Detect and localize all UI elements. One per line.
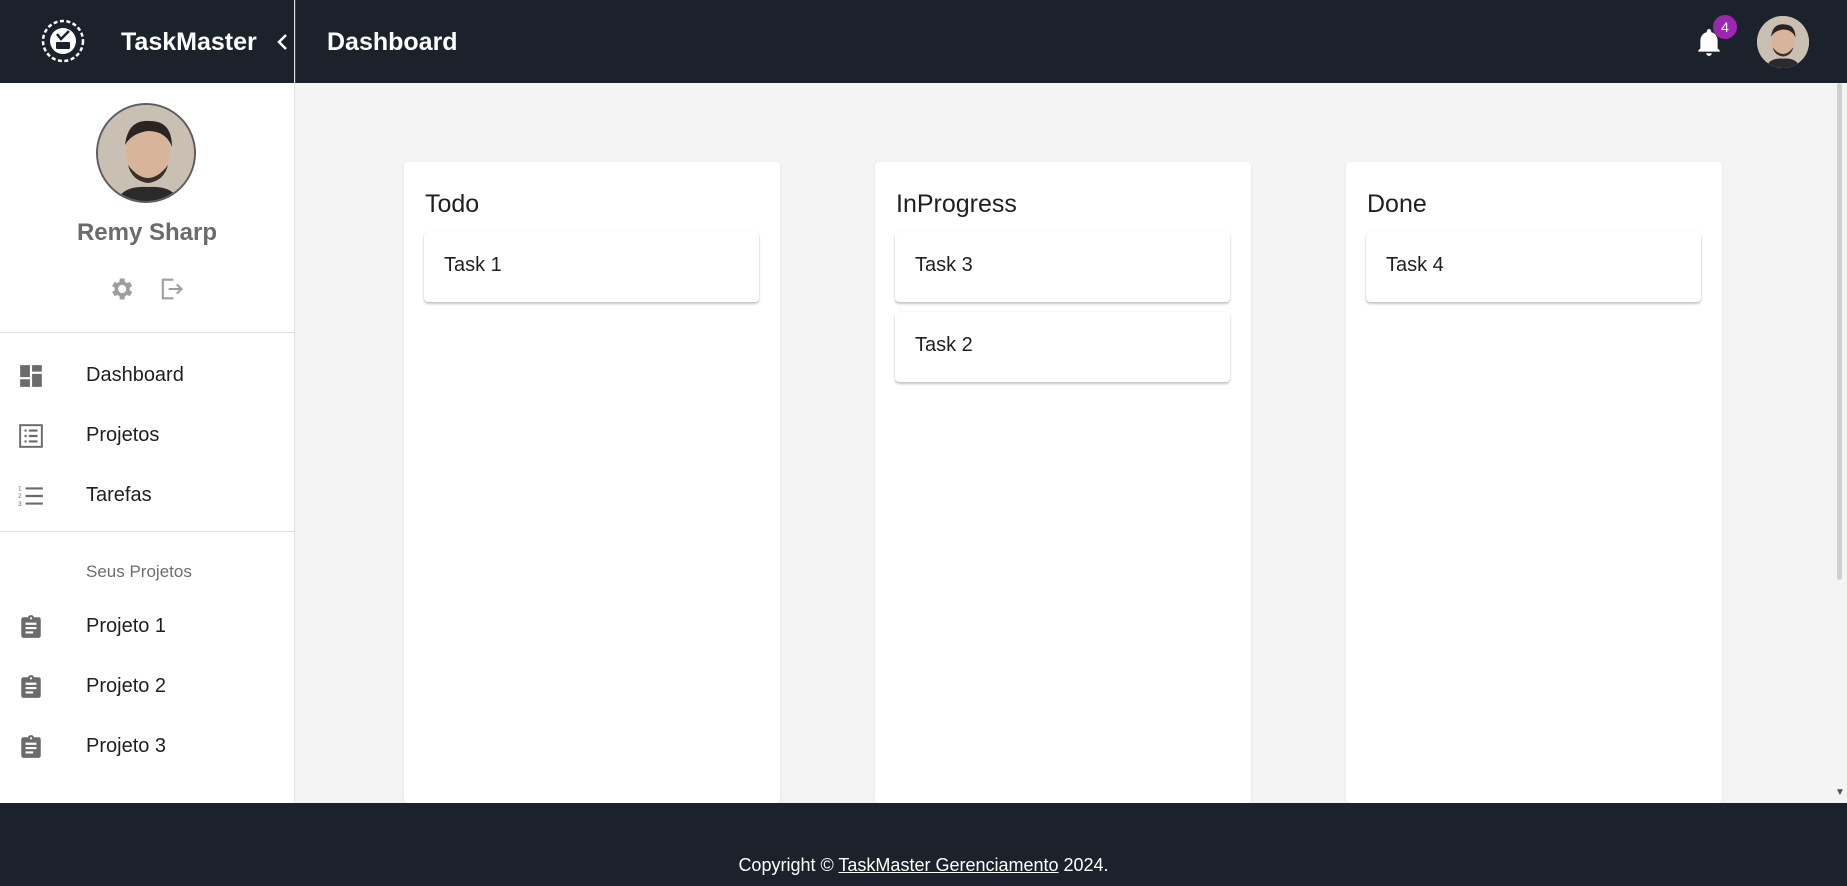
chevron-left-icon[interactable] bbox=[274, 30, 292, 54]
logout-icon[interactable] bbox=[157, 275, 185, 303]
sidebar-item-label: Projeto 2 bbox=[86, 674, 167, 697]
task-title: Task 3 bbox=[915, 254, 973, 276]
sidebar-item-projetos[interactable]: Projetos bbox=[0, 405, 294, 465]
top-header: Dashboard 4 bbox=[295, 0, 1847, 83]
sidebar-item-dashboard[interactable]: Dashboard bbox=[0, 345, 294, 405]
copyright-suffix: 2024. bbox=[1058, 855, 1109, 875]
avatar-photo-icon bbox=[98, 105, 194, 201]
board-column-done: Done Task 4 bbox=[1346, 162, 1722, 803]
sidebar-item-label: Tarefas bbox=[86, 483, 152, 506]
copyright-text: Copyright © TaskMaster Gerenciamento 202… bbox=[0, 855, 1847, 876]
task-card[interactable]: Task 2 bbox=[895, 312, 1230, 382]
scroll-down-arrow-icon[interactable]: ▼ bbox=[1835, 787, 1845, 798]
assignment-icon bbox=[21, 675, 41, 698]
list-alt-icon bbox=[19, 424, 43, 448]
column-title: Todo bbox=[425, 190, 480, 218]
header-avatar[interactable] bbox=[1757, 16, 1809, 68]
task-card[interactable]: Task 4 bbox=[1366, 232, 1701, 302]
task-card[interactable]: Task 1 bbox=[424, 232, 759, 302]
section-title: Seus Projetos bbox=[0, 532, 294, 596]
sidebar-item-projeto-1[interactable]: Projeto 1 bbox=[0, 596, 294, 656]
sidebar-item-label: Projeto 3 bbox=[86, 734, 167, 757]
format-list-numbered-icon: 1 2 3 bbox=[18, 486, 43, 508]
svg-text:2: 2 bbox=[18, 493, 22, 500]
user-name: Remy Sharp bbox=[76, 219, 218, 246]
user-profile: Remy Sharp bbox=[0, 83, 294, 333]
section-title-label: Seus Projetos bbox=[86, 562, 192, 581]
assignment-icon bbox=[21, 735, 41, 758]
board-column-inprogress: InProgress Task 3 Task 2 bbox=[875, 162, 1251, 803]
column-title: Done bbox=[1367, 190, 1427, 218]
taskmaster-logo-icon bbox=[41, 19, 85, 63]
settings-icon[interactable] bbox=[107, 275, 135, 303]
task-title: Task 1 bbox=[444, 254, 502, 276]
assignment-icon bbox=[21, 615, 41, 638]
sidebar-item-label: Projetos bbox=[86, 423, 160, 446]
task-title: Task 4 bbox=[1386, 254, 1444, 276]
board-column-todo: Todo Task 1 bbox=[404, 162, 780, 803]
avatar[interactable] bbox=[96, 103, 196, 203]
sidebar: TaskMaster Remy Sharp Dashboard Projetos… bbox=[0, 0, 295, 803]
svg-text:1: 1 bbox=[18, 486, 22, 493]
sidebar-item-projeto-2[interactable]: Projeto 2 bbox=[0, 656, 294, 716]
sidebar-item-projeto-3[interactable]: Projeto 3 bbox=[0, 716, 294, 776]
avatar-photo-icon bbox=[1757, 16, 1809, 68]
main-nav: Dashboard Projetos 1 2 3 Tarefas bbox=[0, 333, 294, 532]
copyright-prefix: Copyright © bbox=[738, 855, 839, 875]
footer: Copyright © TaskMaster Gerenciamento 202… bbox=[0, 803, 1847, 886]
svg-text:3: 3 bbox=[18, 501, 22, 508]
sidebar-item-label: Dashboard bbox=[86, 363, 184, 386]
brand-name: TaskMaster bbox=[121, 28, 257, 56]
footer-link[interactable]: TaskMaster Gerenciamento bbox=[838, 855, 1058, 875]
scrollbar-thumb[interactable] bbox=[1837, 83, 1842, 580]
dashboard-icon bbox=[20, 365, 42, 387]
sidebar-item-label: Projeto 1 bbox=[86, 614, 167, 637]
task-card[interactable]: Task 3 bbox=[895, 232, 1230, 302]
page-title: Dashboard bbox=[327, 28, 458, 56]
column-title: InProgress bbox=[896, 190, 1017, 218]
task-title: Task 2 bbox=[915, 334, 973, 356]
brand-bar: TaskMaster bbox=[0, 0, 294, 83]
sidebar-item-tarefas[interactable]: 1 2 3 Tarefas bbox=[0, 465, 294, 525]
notification-badge: 4 bbox=[1713, 15, 1737, 39]
main-scrollbar[interactable]: ▼ bbox=[1832, 83, 1847, 803]
